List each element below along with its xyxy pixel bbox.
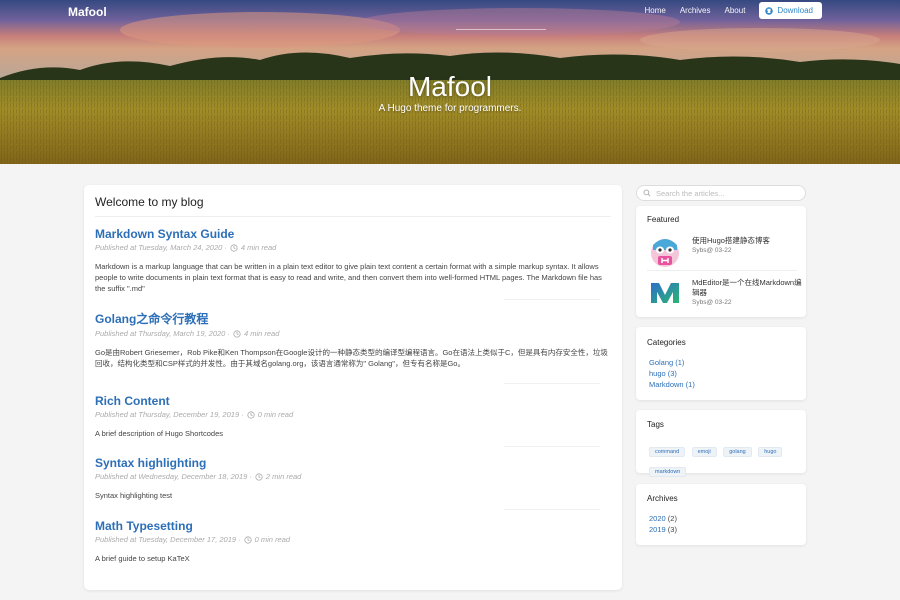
featured-item-title: MdEditor是一个在线Markdown编辑器 [692,278,802,297]
post-summary: A brief guide to setup KaTeX [95,554,190,563]
featured-item-text: MdEditor是一个在线Markdown编辑器 Sybs@ 03-22 [692,278,802,308]
post-read-time: 0 min read [257,410,294,419]
featured-title: Featured [647,215,680,224]
post-title-link[interactable]: Math Typesetting [95,519,611,533]
post-title-link[interactable]: Markdown Syntax Guide [95,227,611,241]
post-separator [504,446,600,447]
post-separator [504,509,600,510]
tag-emoji[interactable]: emoji [691,447,717,457]
post-meta: Published at Wednesday, December 18, 201… [95,472,611,481]
post-list-card: Welcome to my blog Markdown Syntax Guide… [84,185,622,590]
archive-row: 2019 (3) [649,524,677,535]
tags-list: command emoji golang hugo markdown [649,440,799,480]
categories-title: Categories [647,338,686,347]
post-summary: A brief description of Hugo Shortcodes [95,429,223,438]
featured-item[interactable]: MdEditor是一个在线Markdown编辑器 Sybs@ 03-22 [647,275,802,315]
nav-underline [456,29,546,30]
featured-item[interactable]: 使用Hugo搭建静态博客 Sybs@ 03-22 [647,233,797,273]
github-icon [765,6,774,15]
search-input[interactable] [656,188,796,198]
page-title: Welcome to my blog [95,195,204,209]
clock-icon [247,410,255,419]
featured-item-date: Sybs@ 03-22 [692,247,732,254]
category-link-hugo[interactable]: hugo (3) [649,368,695,379]
post-published: Published at Tuesday, March 24, 2020 · [95,243,227,252]
archives-widget: Archives 2020 (2) 2019 (3) [636,484,806,545]
post-meta: Published at Tuesday, March 24, 2020 · 4… [95,243,611,252]
clock-icon [233,329,241,338]
post-meta: Published at Thursday, March 19, 2020 · … [95,329,611,338]
post-summary: Markdown is a markup language that can b… [95,262,602,293]
tag-golang[interactable]: golang [723,447,752,457]
tag-markdown[interactable]: markdown [649,467,687,477]
post-read-time: 2 min read [265,472,302,481]
post-title-link[interactable]: Syntax highlighting [95,456,611,470]
tag-command[interactable]: command [649,447,686,457]
hero-banner: Mafool Home Archives About Download Mafo… [0,0,900,164]
hero-subtitle: A Hugo theme for programmers. [378,103,522,114]
archives-title: Archives [647,494,678,503]
post-item: Markdown Syntax Guide Published at Tuesd… [95,227,611,294]
post-published: Published at Wednesday, December 18, 201… [95,472,252,481]
archive-count: (3) [667,525,677,534]
post-title-link[interactable]: Rich Content [95,394,611,408]
post-separator [504,299,600,300]
post-item: Syntax highlighting Published at Wednesd… [95,456,611,501]
divider [95,216,611,217]
search-box [636,185,806,201]
post-item: Math Typesetting Published at Tuesday, D… [95,519,611,564]
category-link-markdown[interactable]: Markdown (1) [649,379,695,390]
post-meta: Published at Tuesday, December 17, 2019 … [95,535,611,544]
featured-item-text: 使用Hugo搭建静态博客 Sybs@ 03-22 [692,236,802,256]
hero-title: Mafool [407,71,493,102]
post-item: Rich Content Published at Thursday, Dece… [95,394,611,439]
post-published: Published at Thursday, December 19, 2019… [95,410,244,419]
post-item: Golang之命令行教程 Published at Thursday, Marc… [95,310,611,369]
featured-widget: Featured 使用Hugo搭建静态博客 Sybs@ 03-22 MdEdit… [636,206,806,317]
post-read-time: 4 min read [243,329,280,338]
categories-list: Golang (1) hugo (3) Markdown (1) [649,357,695,390]
hugo-logo-thumbnail [651,239,679,267]
download-button[interactable]: Download [759,2,822,19]
nav-links: Home Archives About Download [644,2,822,19]
post-published: Published at Tuesday, December 17, 2019 … [95,535,241,544]
featured-item-date: Sybs@ 03-22 [692,299,732,306]
archive-link-2020[interactable]: 2020 [649,514,666,523]
post-separator [504,383,600,384]
mdeditor-logo-thumbnail [651,283,679,303]
nav-link-archives[interactable]: Archives [680,6,711,15]
top-navbar: Mafool Home Archives About Download [0,0,900,24]
tag-hugo[interactable]: hugo [758,447,783,457]
post-read-time: 0 min read [254,535,291,544]
download-label: Download [777,6,813,15]
tags-title: Tags [647,420,664,429]
featured-item-title: 使用Hugo搭建静态博客 [692,236,770,245]
category-link-golang[interactable]: Golang (1) [649,357,695,368]
clock-icon [244,535,252,544]
post-meta: Published at Thursday, December 19, 2019… [95,410,611,419]
clock-icon [230,243,238,252]
post-summary: Syntax highlighting test [95,491,173,500]
archive-row: 2020 (2) [649,513,677,524]
archives-list: 2020 (2) 2019 (3) [649,513,677,535]
categories-widget: Categories Golang (1) hugo (3) Markdown … [636,327,806,400]
post-read-time: 4 min read [240,243,277,252]
featured-separator [647,270,797,271]
post-summary: Go是由Robert Griesemer，Rob Pike和Ken Thomps… [95,348,608,368]
nav-link-home[interactable]: Home [644,6,665,15]
archive-link-2019[interactable]: 2019 [649,525,666,534]
clock-icon [255,472,263,481]
post-published: Published at Thursday, March 19, 2020 · [95,329,230,338]
search-icon [643,189,651,197]
brand-logo[interactable]: Mafool [68,5,107,19]
post-title-link[interactable]: Golang之命令行教程 [95,310,611,327]
archive-count: (2) [667,514,677,523]
tags-widget: Tags command emoji golang hugo markdown [636,410,806,477]
nav-link-about[interactable]: About [725,6,746,15]
